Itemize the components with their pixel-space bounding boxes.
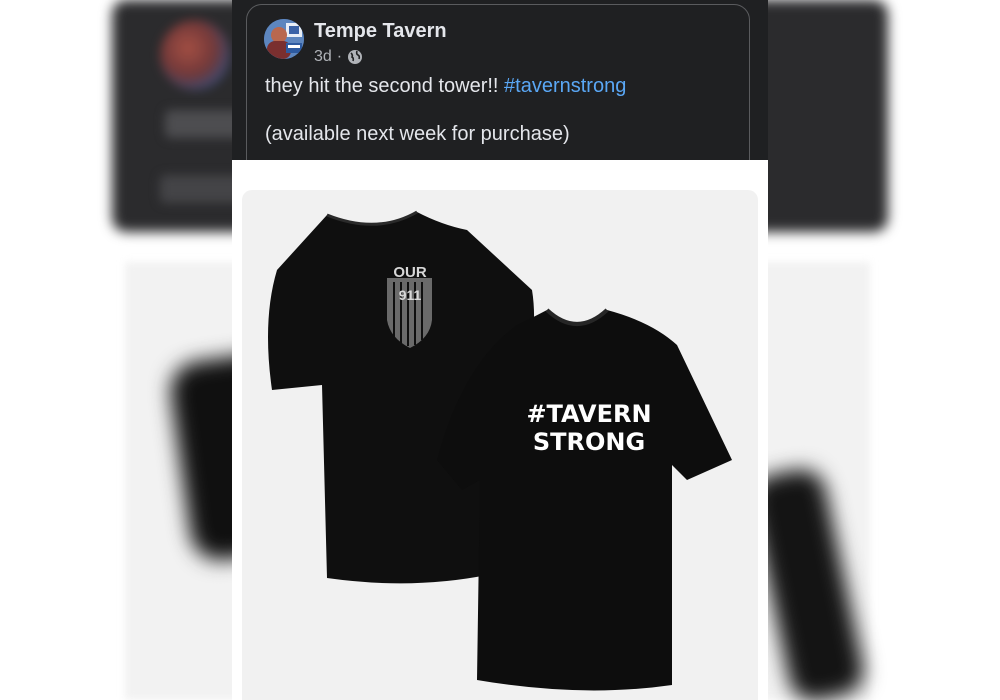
front-shirt-line2: STRONG	[533, 428, 645, 456]
back-shirt-text-top: OUR	[393, 264, 427, 281]
author-name[interactable]: Tempe Tavern	[314, 20, 447, 43]
back-shirt-text-bottom: 911	[399, 287, 422, 303]
hashtag-link[interactable]: #tavernstrong	[504, 75, 626, 97]
front-tshirt: #TAVERN STRONG	[437, 308, 732, 691]
post-timestamp[interactable]: 3d	[314, 48, 332, 66]
post-text-secondary: (available next week for purchase)	[265, 123, 570, 145]
post-text-main: they hit the second tower!!	[265, 75, 505, 97]
post-image[interactable]: OUR 911 #TAVERN STRONG	[232, 160, 768, 700]
globe-icon	[347, 49, 363, 65]
front-shirt-line1: #TAVERN	[526, 400, 651, 428]
post-text: they hit the second tower!! #tavernstron…	[265, 75, 626, 98]
screenshot: Tempe Tavern 3d · they hit the second to…	[0, 0, 1000, 700]
blurred-background-avatar	[160, 20, 230, 90]
tshirt-product-image: OUR 911 #TAVERN STRONG	[268, 210, 732, 691]
facebook-post: Tempe Tavern 3d · they hit the second to…	[232, 0, 768, 700]
post-meta: 3d ·	[314, 48, 363, 66]
author-avatar[interactable]	[264, 19, 304, 59]
meta-separator: ·	[336, 48, 343, 65]
